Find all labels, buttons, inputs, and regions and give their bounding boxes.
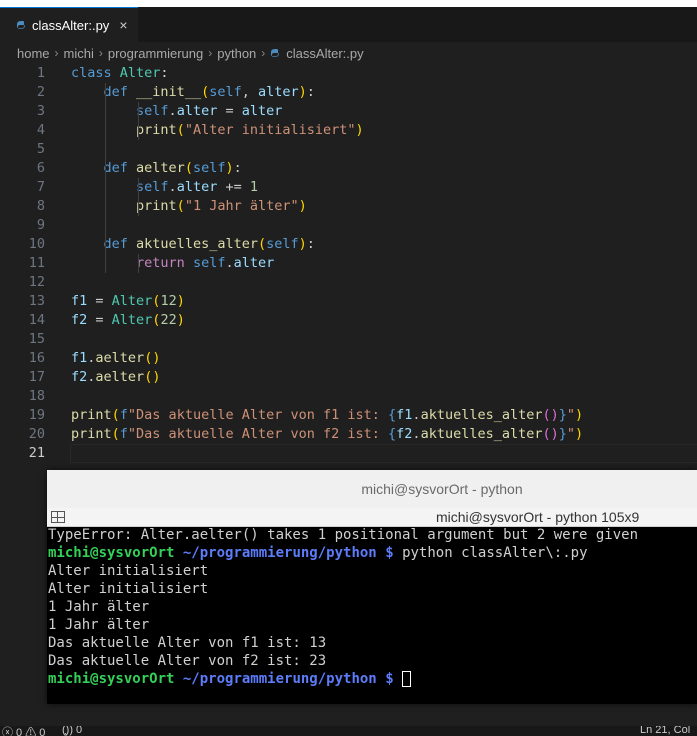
prompt-path: ~/programmierung/python [182, 671, 377, 687]
terminal-output-line: Alter initialisiert [48, 563, 209, 579]
code-line[interactable]: 13 f1 = Alter(12) [0, 292, 697, 311]
code-line[interactable]: 12 [0, 273, 697, 292]
code-line[interactable]: 1 class Alter: [0, 64, 697, 83]
code-line[interactable]: 16 f1.aelter() [0, 349, 697, 368]
problems-indicator[interactable]: ⓧ 0 ⚠ 0 [2, 726, 45, 736]
tab-label: classAlter:.py [32, 17, 110, 33]
code-text: print("Alter initialisiert") [136, 122, 364, 138]
code-text: return self.alter [136, 255, 275, 271]
terminal-tabbar: michi@sysvorOrt - python 105x9 [47, 508, 697, 527]
code-line[interactable]: 18 [0, 387, 697, 406]
terminal-tab-title: michi@sysvorOrt - python 105x9 [436, 509, 640, 525]
ports-indicator[interactable]: (̧̧)) 0 [62, 726, 82, 736]
code-line[interactable]: 21 [0, 444, 697, 463]
terminal-titlebar[interactable]: michi@sysvorOrt - python [47, 470, 697, 509]
prompt-user: michi@sysvorOrt [48, 545, 175, 561]
line-number: 2 [36, 84, 45, 100]
line-number: 6 [36, 160, 45, 176]
current-line-highlight [70, 444, 697, 463]
python-file-icon [271, 49, 280, 57]
terminal-cursor [402, 671, 412, 687]
line-number: 14 [28, 312, 45, 328]
indent-guide [138, 254, 139, 273]
code-text: def aktuelles_alter(self): [103, 236, 315, 252]
line-number: 21 [28, 445, 45, 461]
breadcrumb-item-python[interactable]: python [217, 46, 256, 61]
code-text: def aelter(self): [103, 160, 242, 176]
terminal-output-line: Das aktuelle Alter von f2 ist: 23 [48, 653, 327, 669]
code-line[interactable]: 14 f2 = Alter(22) [0, 311, 697, 330]
indent-guide [105, 83, 106, 273]
cursor-position[interactable]: Ln 21, Col [640, 726, 690, 736]
close-icon[interactable]: × [119, 17, 127, 33]
code-text: def __init__(self, alter): [103, 84, 315, 100]
tab-classalter[interactable]: classAlter:.py × [0, 7, 138, 42]
line-number: 13 [28, 293, 45, 309]
breadcrumb-item-file[interactable]: classAlter:.py [286, 46, 363, 61]
split-view-icon[interactable] [51, 511, 65, 523]
line-number: 20 [28, 426, 45, 442]
editor-tabbar: classAlter:.py × [0, 7, 697, 42]
breadcrumb: home › michi › programmierung › python ›… [0, 42, 697, 64]
prompt-user: michi@sysvorOrt [48, 671, 175, 687]
code-text: f1 = Alter(12) [71, 293, 185, 309]
line-number: 1 [36, 65, 45, 81]
line-number: 3 [36, 103, 45, 119]
line-number: 12 [28, 274, 45, 290]
line-number: 5 [36, 141, 45, 157]
indent-guide [138, 102, 139, 140]
chevron-right-icon: › [54, 46, 59, 60]
code-text: class Alter: [71, 65, 169, 81]
terminal-command: python classAlter\:.py [402, 545, 588, 561]
status-bar: ⓧ 0 ⚠ 0 (̧̧)) 0 Ln 21, Col [0, 726, 697, 736]
line-number: 16 [28, 350, 45, 366]
code-text: self.alter = alter [136, 103, 283, 119]
terminal-output-line: Alter initialisiert [48, 581, 209, 597]
breadcrumb-item-michi[interactable]: michi [64, 46, 94, 61]
code-text: print(f"Das aktuelle Alter von f1 ist: {… [71, 407, 584, 423]
code-editor[interactable]: 1 class Alter: 2 def __init__(self, alter)… [0, 62, 697, 472]
line-number: 17 [28, 369, 45, 385]
terminal-output[interactable]: TypeError: Alter.aelter() takes 1 positi… [47, 526, 697, 688]
chevron-right-icon: › [261, 46, 266, 60]
terminal-output-line: 1 Jahr älter [48, 599, 150, 615]
code-text: f2.aelter() [71, 369, 161, 385]
breadcrumb-item-programmierung[interactable]: programmierung [108, 46, 203, 61]
breadcrumb-item-home[interactable]: home [17, 46, 50, 61]
terminal-window-title: michi@sysvorOrt - python [361, 481, 523, 497]
code-line[interactable]: 20 print(f"Das aktuelle Alter von f2 ist:… [0, 425, 697, 444]
terminal-output-line: Das aktuelle Alter von f1 ist: 13 [48, 635, 327, 651]
line-number: 19 [28, 407, 45, 423]
code-line[interactable]: 17 f2.aelter() [0, 368, 697, 387]
line-number: 11 [28, 255, 45, 271]
chevron-right-icon: › [208, 46, 213, 60]
terminal-command-line: michi@sysvorOrt ~/programmierung/python … [47, 544, 697, 562]
prompt-path: ~/programmierung/python [182, 545, 377, 561]
chevron-right-icon: › [98, 46, 103, 60]
indent-guide [138, 178, 139, 216]
code-text: print(f"Das aktuelle Alter von f2 ist: {… [71, 426, 584, 442]
line-number: 15 [28, 331, 45, 347]
code-text: f2 = Alter(22) [71, 312, 185, 328]
line-number: 10 [28, 236, 45, 252]
prompt-symbol: $ [385, 671, 394, 687]
terminal-window[interactable]: michi@sysvorOrt - python michi@sysvorOrt… [47, 470, 697, 704]
code-text: f1.aelter() [71, 350, 161, 366]
terminal-error-line: TypeError: Alter.aelter() takes 1 positi… [48, 527, 639, 543]
code-line[interactable]: 19 print(f"Das aktuelle Alter von f1 ist:… [0, 406, 697, 425]
code-text: self.alter += 1 [136, 179, 258, 195]
line-number: 7 [36, 179, 45, 195]
code-text: print("1 Jahr älter") [136, 198, 307, 214]
python-file-icon [17, 21, 25, 29]
line-number: 4 [36, 122, 45, 138]
line-number: 9 [36, 217, 45, 233]
terminal-output-line: 1 Jahr älter [48, 617, 150, 633]
prompt-symbol: $ [385, 545, 394, 561]
line-number: 8 [36, 198, 45, 214]
terminal-prompt-line[interactable]: michi@sysvorOrt ~/programmierung/python … [47, 670, 697, 688]
line-number: 18 [28, 388, 45, 404]
code-line[interactable]: 15 [0, 330, 697, 349]
